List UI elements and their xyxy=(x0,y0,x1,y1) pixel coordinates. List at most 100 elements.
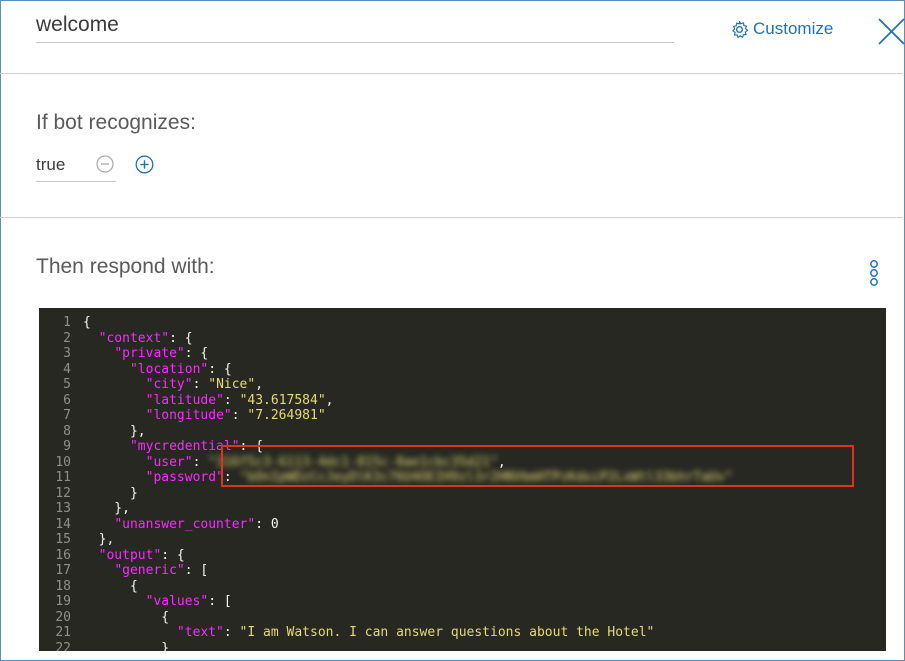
code-token: { xyxy=(83,609,170,625)
code-text: "context": { xyxy=(71,331,193,346)
code-line: 2 "context": { xyxy=(39,331,193,347)
code-line: 20 { xyxy=(39,610,169,626)
code-line: 21 "text": "I am Watson. I can answer qu… xyxy=(39,625,654,641)
customize-label: Customize xyxy=(753,19,834,38)
code-text: "values": [ xyxy=(71,594,232,609)
remove-condition-icon[interactable] xyxy=(96,155,114,173)
line-number: 13 xyxy=(55,501,71,516)
code-text: { xyxy=(71,579,138,594)
line-number: 10 xyxy=(55,454,71,470)
line-number: 19 xyxy=(55,594,71,609)
code-token: "text" xyxy=(176,625,224,640)
code-token: : { xyxy=(169,330,193,346)
code-token: : xyxy=(192,377,209,392)
customize-button[interactable]: Customize xyxy=(730,19,833,39)
line-number: 17 xyxy=(55,563,71,578)
line-number: 14 xyxy=(55,516,71,532)
line-number: 3 xyxy=(63,346,71,361)
code-token: { xyxy=(83,578,138,594)
add-condition-icon[interactable] xyxy=(135,155,154,174)
code-line: 7 "longitude": "7.264981" xyxy=(39,408,326,424)
gear-icon xyxy=(732,20,749,38)
code-token: "location" xyxy=(129,361,209,377)
line-number: 4 xyxy=(63,361,71,377)
code-token: "7.264981" xyxy=(247,408,326,423)
line-number: 21 xyxy=(55,625,71,640)
code-token: "I am Watson. I can answer questions abo… xyxy=(239,625,655,640)
code-line: 15 }, xyxy=(39,532,114,548)
code-line: 12 } xyxy=(39,485,138,502)
code-token: "43.617584" xyxy=(239,392,326,408)
code-line: 4 "location": { xyxy=(39,362,232,378)
code-token: : { xyxy=(161,547,185,563)
code-line: 14 "unanswer_counter": 0 xyxy=(39,516,279,533)
line-number: 1 xyxy=(63,315,71,330)
line-number: 22 xyxy=(55,640,71,652)
code-text: "private": { xyxy=(71,346,208,361)
code-token: } xyxy=(83,640,170,652)
code-token: , xyxy=(255,377,264,392)
node-name-input[interactable] xyxy=(36,8,674,43)
code-text: "longitude": "7.264981" xyxy=(71,408,326,423)
code-line: 13 }, xyxy=(39,501,130,517)
line-number: 16 xyxy=(55,547,71,563)
code-text: "generic": [ xyxy=(71,563,208,578)
code-token: 0 xyxy=(270,516,279,532)
code-token: : xyxy=(231,408,248,423)
code-text: "text": "I am Watson. I can answer quest… xyxy=(71,625,654,640)
close-icon[interactable] xyxy=(874,16,905,48)
code-text: { xyxy=(71,610,169,625)
code-line: 1{ xyxy=(39,315,91,331)
code-token: }, xyxy=(83,423,146,439)
code-line: 3 "private": { xyxy=(39,346,208,362)
code-token: : xyxy=(223,625,240,640)
condition-value: true xyxy=(36,155,66,174)
line-number: 9 xyxy=(63,439,71,454)
code-text: "latitude": "43.617584", xyxy=(71,392,334,408)
code-text: } xyxy=(71,486,138,501)
line-number: 20 xyxy=(55,609,71,625)
code-token: "longitude" xyxy=(145,408,232,423)
code-token: "Nice" xyxy=(208,377,256,392)
overflow-menu-icon[interactable] xyxy=(867,258,881,290)
code-token: "context" xyxy=(98,330,170,346)
code-token: , xyxy=(325,392,334,408)
code-text: }, xyxy=(71,532,115,547)
code-token: "generic" xyxy=(114,563,185,578)
code-token: "city" xyxy=(145,377,193,392)
credential-highlight-box xyxy=(221,445,854,487)
code-token: : [ xyxy=(184,563,209,578)
line-number: 11 xyxy=(55,470,71,485)
line-number: 8 xyxy=(63,423,71,439)
code-text: "unanswer_counter": 0 xyxy=(71,516,279,532)
code-text: { xyxy=(71,315,91,330)
line-number: 12 xyxy=(55,485,71,501)
code-token: { xyxy=(83,315,91,330)
code-line: 18 { xyxy=(39,579,138,595)
line-number: 5 xyxy=(63,377,71,392)
node-header: Customize xyxy=(0,0,905,74)
code-token: "values" xyxy=(145,594,209,609)
code-text: } xyxy=(71,641,169,652)
code-line: 6 "latitude": "43.617584", xyxy=(39,393,333,409)
code-token: : xyxy=(255,516,271,532)
code-token: : { xyxy=(208,361,232,377)
code-token: "unanswer_counter" xyxy=(114,516,256,532)
code-text: "location": { xyxy=(71,362,232,377)
code-line: 22 } xyxy=(39,641,169,652)
condition-section: If bot recognizes: true xyxy=(0,74,903,218)
code-text: }, xyxy=(71,501,130,516)
line-number: 6 xyxy=(63,392,71,408)
